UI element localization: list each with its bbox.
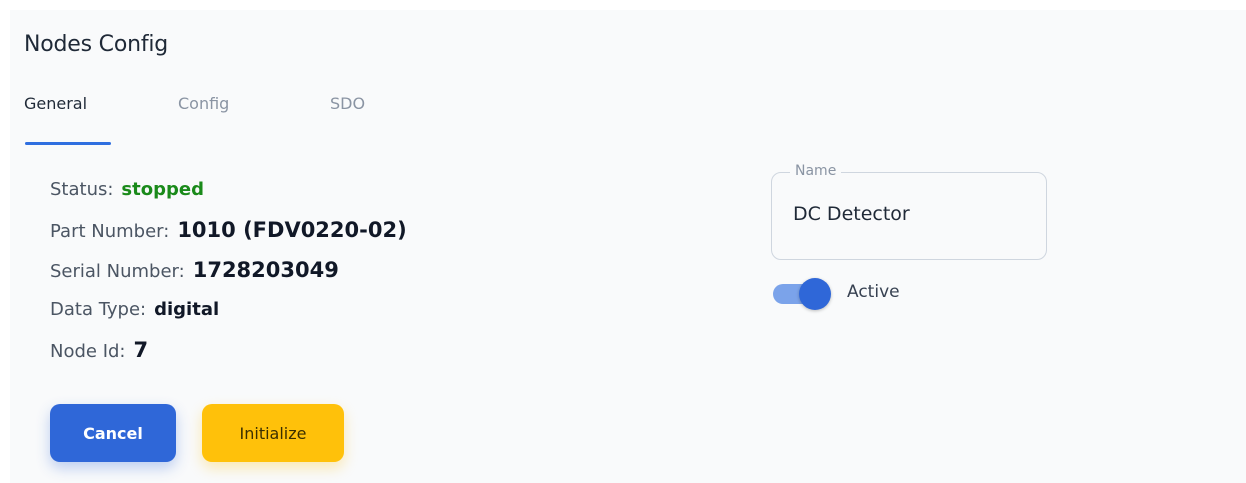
nodes-config-panel: Nodes Config General Config SDO Status: s… <box>10 10 1246 483</box>
node-details: Status: stopped Part Number: 1010 (FDV0220… <box>50 178 650 378</box>
name-field-label: Name <box>790 163 842 179</box>
node-id-row: Node Id: 7 <box>50 338 650 378</box>
initialize-button[interactable]: Initialize <box>202 404 344 462</box>
page-title: Nodes Config <box>24 32 169 57</box>
status-row: Status: stopped <box>50 178 650 218</box>
serial-number-value: 1728203049 <box>192 258 339 282</box>
active-toggle[interactable] <box>771 278 833 310</box>
data-type-label: Data Type: <box>50 299 147 320</box>
node-id-label: Node Id: <box>50 341 126 362</box>
active-toggle-thumb <box>799 278 831 310</box>
status-label: Status: <box>50 179 114 200</box>
part-number-value: 1010 (FDV0220-02) <box>177 218 407 242</box>
data-type-value: digital <box>154 299 220 320</box>
tab-config[interactable]: Config <box>178 94 229 113</box>
part-number-label: Part Number: <box>50 221 170 242</box>
serial-number-row: Serial Number: 1728203049 <box>50 258 650 298</box>
part-number-row: Part Number: 1010 (FDV0220-02) <box>50 218 650 258</box>
serial-number-label: Serial Number: <box>50 261 185 282</box>
status-value: stopped <box>121 179 204 200</box>
node-id-value: 7 <box>133 338 149 362</box>
active-tab-indicator <box>25 142 111 145</box>
name-input[interactable] <box>793 203 1029 225</box>
tab-general[interactable]: General <box>24 94 87 113</box>
cancel-button[interactable]: Cancel <box>50 404 176 462</box>
data-type-row: Data Type: digital <box>50 298 650 338</box>
name-field: Name <box>771 163 1047 260</box>
active-toggle-label: Active <box>847 282 900 302</box>
tab-sdo[interactable]: SDO <box>330 94 365 113</box>
